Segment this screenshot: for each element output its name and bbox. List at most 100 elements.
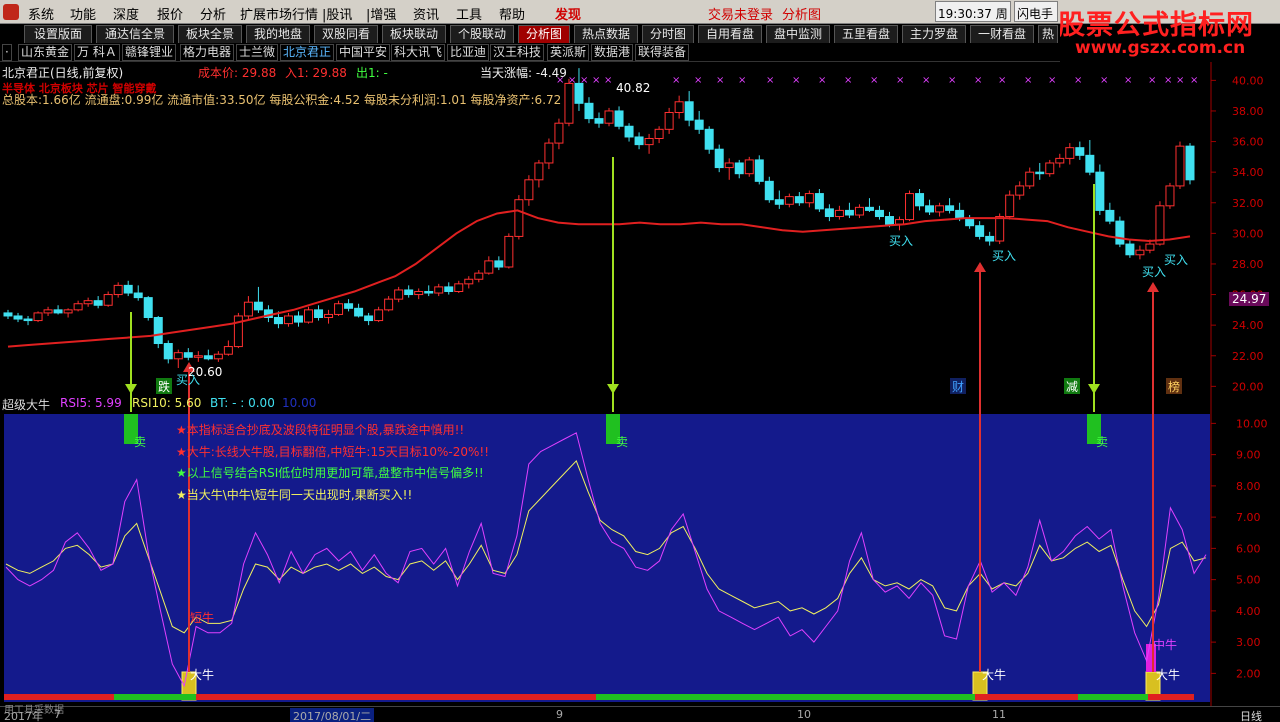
tab-hot-data[interactable]: 热点数据: [574, 25, 638, 43]
stock-tab[interactable]: 英派斯: [547, 44, 590, 61]
big-bull-label: 大牛: [982, 668, 1007, 682]
tab-intraday-monitor[interactable]: 盘中监测: [766, 25, 830, 43]
year-label: 2017年: [4, 710, 43, 722]
menu-discover[interactable]: 发现: [555, 4, 581, 23]
tab-analysis-chart[interactable]: 分析图: [518, 25, 570, 43]
tab-wuli[interactable]: 五里看盘: [834, 25, 898, 43]
signal-x-mark: ×: [1190, 75, 1198, 86]
candle-body: [324, 313, 334, 319]
tab-yicai[interactable]: 一财看盘: [970, 25, 1034, 43]
candle-body: [53, 309, 63, 314]
indicator-axis-label: 10.00: [1236, 417, 1268, 430]
month-11: 11: [992, 708, 1006, 721]
menu-extended-market[interactable]: 扩展市场行情: [240, 4, 318, 23]
candle-body: [123, 284, 133, 294]
indicator-axis-label: 7.00: [1236, 511, 1261, 524]
indicator-chart[interactable]: 10.00 9.00 8.00 7.00 6.00 5.00 4.00 3.00 2.00: [0, 394, 1280, 706]
candle-body: [404, 289, 414, 296]
trade-status[interactable]: 交易未登录: [708, 4, 773, 23]
stock-tab[interactable]: 数据港: [591, 44, 634, 61]
stock-tab[interactable]: 格力电器: [180, 44, 235, 61]
clock: 19:30:37 周日: [935, 1, 1011, 38]
candle-body: [634, 136, 644, 146]
trend-strip-segment: [596, 694, 975, 700]
stock-title: 北京君正(日线,前复权): [2, 66, 124, 80]
stock-tab[interactable]: 万 科Ａ: [74, 44, 120, 61]
marker-cai: 财: [950, 378, 967, 395]
mid-bull-label: 中牛: [1153, 638, 1178, 652]
signal-x-mark: ×: [974, 75, 982, 86]
tab-self-watch[interactable]: 自用看盘: [698, 25, 762, 43]
candle-body: [684, 101, 694, 121]
signal-x-mark: ×: [672, 75, 680, 86]
indicator-axis-label: 3.00: [1236, 636, 1261, 649]
trend-strip-segment: [196, 694, 596, 700]
menu-help[interactable]: 帮助: [499, 4, 525, 23]
menu-analysis[interactable]: 分析: [200, 4, 226, 23]
period-label[interactable]: 日线: [1240, 708, 1262, 722]
menu-tools[interactable]: 工具: [456, 4, 482, 23]
stock-tab-active[interactable]: 北京君正: [280, 44, 335, 61]
tab-hot[interactable]: 热: [1038, 25, 1058, 43]
tab-sector-panorama[interactable]: 板块全景: [178, 25, 242, 43]
candle-body: [193, 355, 203, 358]
candle-body: [704, 128, 714, 150]
candle-body: [504, 235, 514, 268]
stock-tab[interactable]: 联得装备: [635, 44, 690, 61]
candle-body: [484, 260, 494, 274]
tab-stock-linkage[interactable]: 个股联动: [450, 25, 514, 43]
candle-body: [955, 209, 965, 219]
price-axis-label: 20.00: [1232, 380, 1264, 393]
candle-body: [444, 286, 454, 292]
candle-body: [854, 206, 864, 216]
candle-body: [414, 290, 424, 296]
watermark-url: www.gszx.com.cn: [1075, 38, 1246, 58]
sell-signal-label: 卖: [134, 435, 147, 449]
candle-body: [1165, 185, 1175, 207]
tab-layout-settings[interactable]: 设置版面: [24, 25, 92, 43]
tab-intraday[interactable]: 分时图: [642, 25, 694, 43]
stock-tab[interactable]: 汉王科技: [490, 44, 545, 61]
candle-body: [784, 196, 794, 205]
mode-box[interactable]: 闪电手: [1014, 1, 1058, 22]
candle-body: [23, 318, 33, 322]
menu-enhance[interactable]: |增强: [366, 4, 396, 23]
candle-body: [694, 119, 704, 130]
candle-body: [213, 353, 223, 360]
price-chart[interactable]: 40.0038.0036.0034.0032.0030.0028.0026.00…: [0, 62, 1280, 394]
menu-info[interactable]: 资讯: [413, 4, 439, 23]
tab-my-territory[interactable]: 我的地盘: [246, 25, 310, 43]
stock-bar-dot[interactable]: ·: [2, 44, 12, 61]
menu-depth[interactable]: 深度: [113, 4, 139, 23]
candle-body: [1065, 147, 1075, 159]
stock-tab[interactable]: 中国平安: [336, 44, 391, 61]
candle-body: [103, 294, 113, 306]
tab-tdx-panorama[interactable]: 通达信全景: [96, 25, 174, 43]
tab-sector-linkage[interactable]: 板块联动: [382, 25, 446, 43]
candle-body: [1075, 147, 1085, 156]
indicator-axis-label: 9.00: [1236, 449, 1261, 462]
menu-news[interactable]: |股讯: [322, 4, 352, 23]
candle-body: [1145, 243, 1155, 251]
sell-signal-label: 卖: [616, 435, 629, 449]
candle-body: [724, 162, 734, 169]
signal-x-mark: ×: [1176, 75, 1184, 86]
menu-system[interactable]: 系统: [28, 4, 54, 23]
menu-function[interactable]: 功能: [70, 4, 96, 23]
signal-x-mark: ×: [896, 75, 904, 86]
stock-tab[interactable]: 赣锋锂业: [122, 44, 177, 61]
candle-body: [544, 142, 554, 164]
tab-dual-stock[interactable]: 双股同看: [314, 25, 378, 43]
stock-tab[interactable]: 士兰微: [236, 44, 279, 61]
candle-body: [314, 309, 324, 319]
indicator-axis-label: 6.00: [1236, 542, 1261, 555]
menu-quote[interactable]: 报价: [157, 4, 183, 23]
signal-x-mark: ×: [580, 75, 588, 86]
tab-main-compass[interactable]: 主力罗盘: [902, 25, 966, 43]
candle-body: [975, 225, 985, 237]
stock-tab[interactable]: 科大讯飞: [391, 44, 446, 61]
stock-tab[interactable]: 比亚迪: [447, 44, 490, 61]
stock-tab[interactable]: 山东黄金: [18, 44, 73, 61]
price-axis-label: 22.00: [1232, 350, 1264, 363]
candle-body: [3, 312, 13, 317]
